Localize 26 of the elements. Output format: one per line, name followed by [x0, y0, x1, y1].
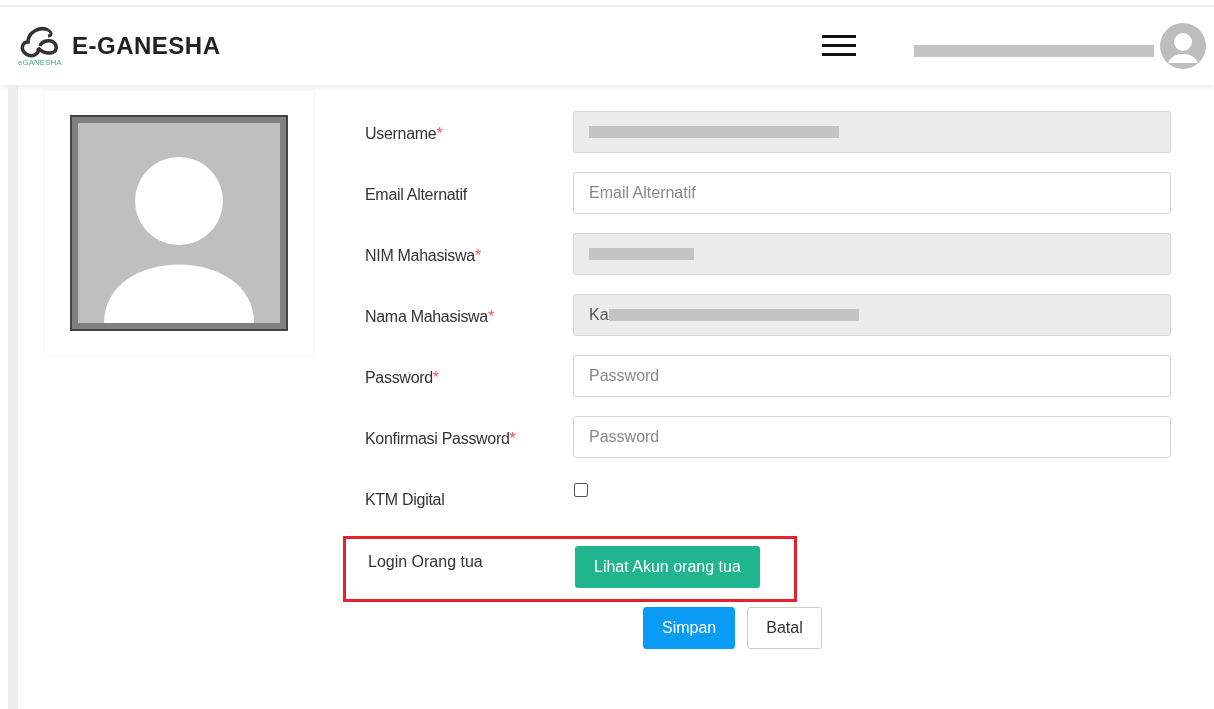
placeholder-text: Password: [589, 367, 660, 385]
input-field[interactable]: [573, 111, 1171, 153]
placeholder-text: Password: [589, 428, 660, 446]
field-value: Ka: [589, 306, 609, 324]
checkbox[interactable]: [574, 483, 588, 497]
field-label: KTM Digital: [365, 491, 445, 508]
input-field[interactable]: Password: [573, 355, 1171, 397]
field-label: Username*: [365, 125, 443, 142]
field-label: Login Orang tua: [368, 553, 484, 571]
save-button[interactable]: Simpan: [643, 607, 736, 649]
placeholder-text: Email Alternatif: [589, 184, 696, 202]
avatar-icon[interactable]: [1160, 23, 1206, 69]
input-field[interactable]: Password: [573, 416, 1171, 458]
field-label: Password*: [365, 369, 439, 386]
view-parent-account-button[interactable]: Lihat Akun orang tua: [575, 546, 760, 588]
field-label: Konfirmasi Password*: [365, 430, 516, 447]
field-label: Email Alternatif: [365, 186, 467, 203]
input-field[interactable]: [573, 233, 1171, 275]
brand-name: E-GANESHA: [72, 32, 221, 60]
cancel-button[interactable]: Batal: [747, 607, 822, 649]
field-label: Nama Mahasiswa*: [365, 308, 494, 325]
field-label: NIM Mahasiswa*: [365, 247, 481, 264]
input-field[interactable]: Ka: [573, 294, 1171, 336]
menu-icon[interactable]: [822, 35, 856, 57]
logo-caption: eGANESHA: [18, 57, 62, 67]
input-field[interactable]: Email Alternatif: [573, 172, 1171, 214]
